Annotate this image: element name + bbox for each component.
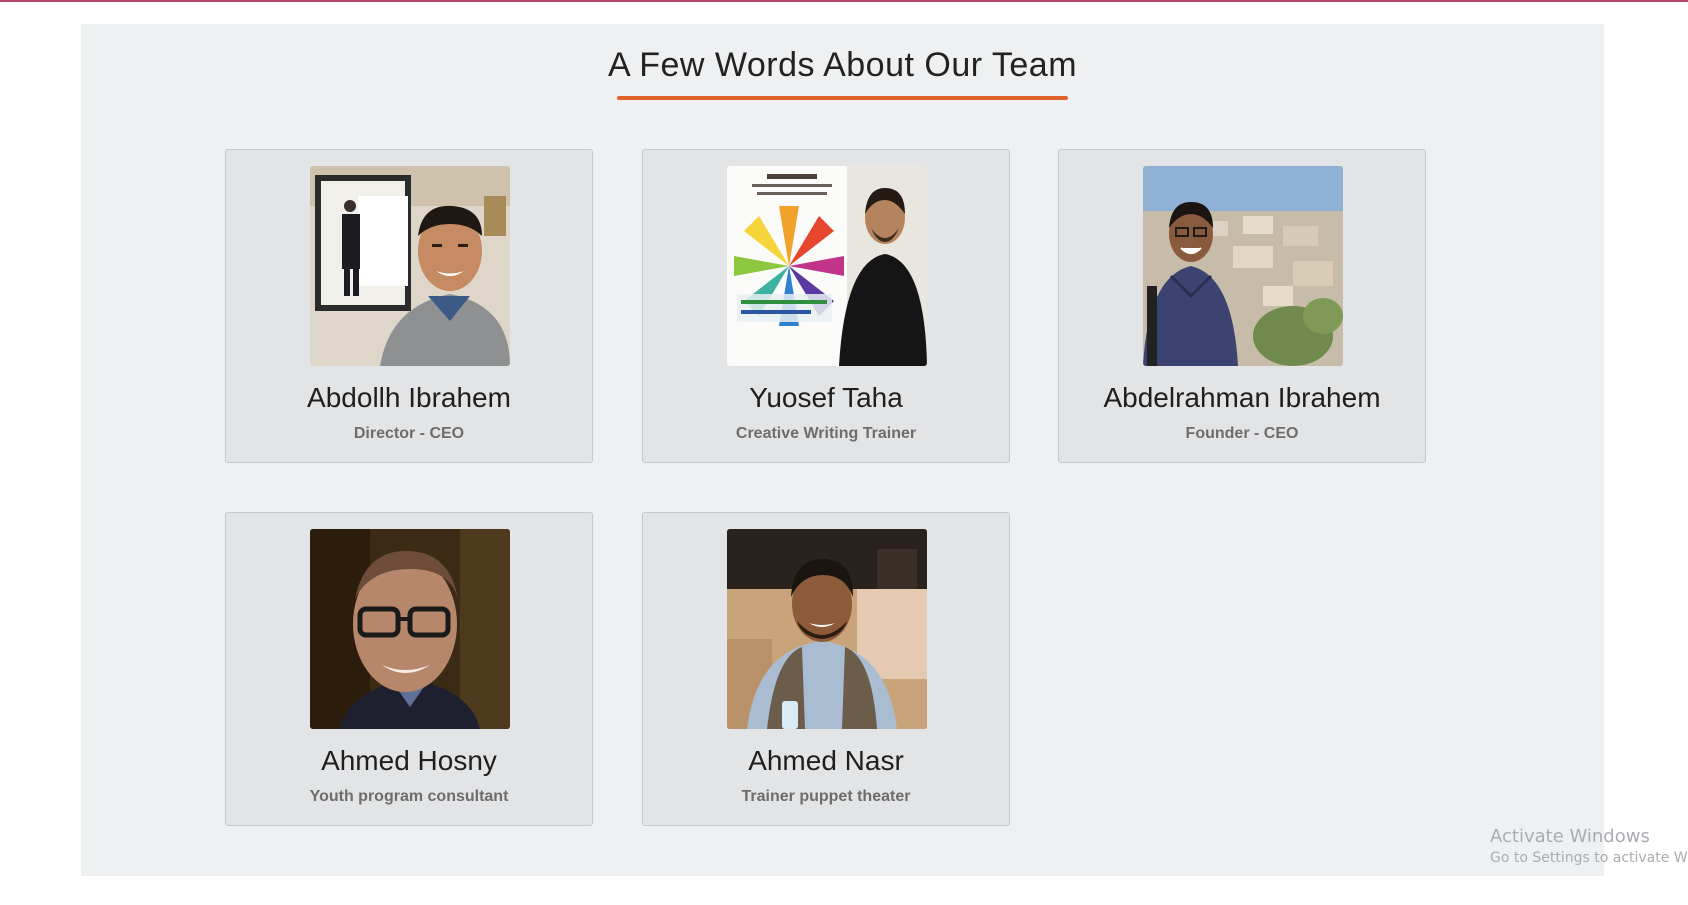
team-member-role: Creative Writing Trainer (735, 425, 917, 442)
person-photo-icon (1143, 166, 1343, 366)
team-member-name: Abdelrahman Ibrahem (1103, 382, 1381, 413)
team-card-yuosef-taha: Yuosef Taha Creative Writing Trainer (642, 149, 1010, 463)
title-underline (617, 96, 1068, 100)
team-member-name: Ahmed Hosny (321, 745, 497, 776)
team-member-photo (727, 529, 927, 729)
team-card-abdollh-ibrahem: Abdollh Ibrahem Director - CEO (225, 149, 593, 463)
watermark-title: Activate Windows (1490, 826, 1650, 847)
team-card-ahmed-hosny: Ahmed Hosny Youth program consultant (225, 512, 593, 826)
section-title: A Few Words About Our Team (607, 46, 1078, 84)
team-member-name: Abdollh Ibrahem (307, 382, 511, 413)
team-card-abdelrahman-ibrahem: Abdelrahman Ibrahem Founder - CEO (1058, 149, 1426, 463)
team-member-role: Director - CEO (353, 425, 465, 442)
team-section: A Few Words About Our Team Abdollh Ibrah… (81, 24, 1604, 876)
top-border-line (0, 0, 1688, 2)
team-member-role: Trainer puppet theater (741, 788, 911, 805)
team-member-name: Yuosef Taha (749, 382, 903, 413)
person-photo-icon (727, 166, 927, 366)
person-photo-icon (310, 529, 510, 729)
team-member-role: Youth program consultant (309, 788, 509, 805)
activate-windows-watermark: Activate Windows Go to Settings to activ… (1490, 826, 1688, 866)
team-member-photo (310, 166, 510, 366)
person-photo-icon (727, 529, 927, 729)
team-member-photo (1143, 166, 1343, 366)
team-member-role: Founder - CEO (1185, 425, 1299, 442)
person-photo-icon (310, 166, 510, 366)
team-member-photo (727, 166, 927, 366)
team-member-photo (310, 529, 510, 729)
team-member-name: Ahmed Nasr (748, 745, 904, 776)
team-card-ahmed-nasr: Ahmed Nasr Trainer puppet theater (642, 512, 1010, 826)
watermark-subtitle: Go to Settings to activate Win (1490, 850, 1688, 866)
